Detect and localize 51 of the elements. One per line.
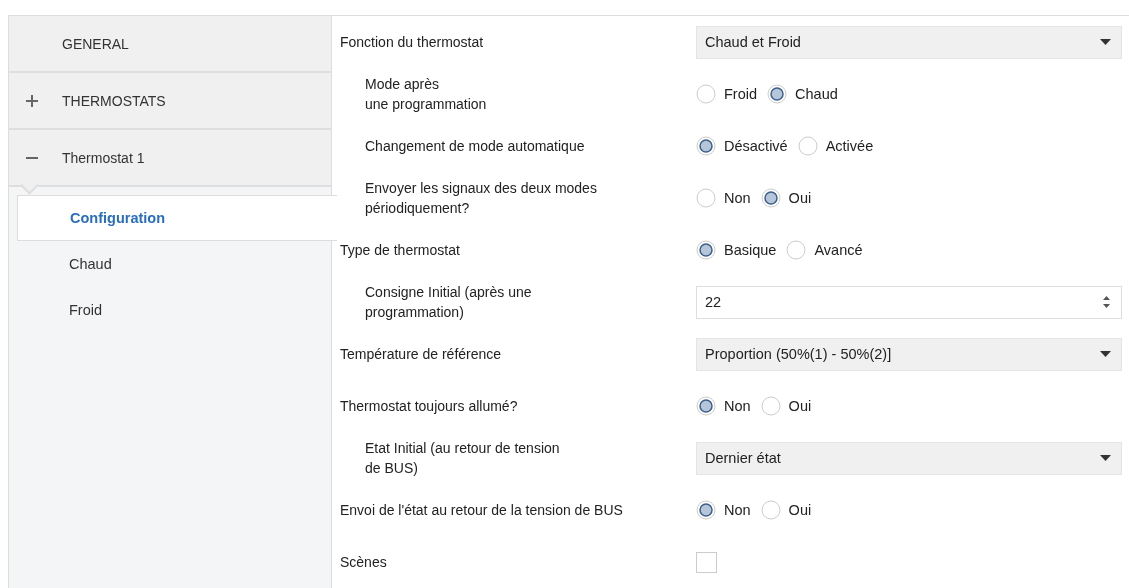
radio-option[interactable]: Non [696,396,751,416]
radio-icon[interactable] [760,500,781,520]
radio-icon[interactable] [696,240,716,260]
radio-icon[interactable] [767,84,788,104]
radio-icon[interactable] [696,84,716,104]
radio-icon[interactable] [696,136,716,156]
radio-icon[interactable] [696,188,716,208]
radio-option[interactable]: Oui [760,188,812,208]
setting-label: Scènes [340,553,388,572]
spinner-icon[interactable] [1102,295,1111,309]
setting-label: Thermostat toujours allumé? [340,397,519,416]
radio-option[interactable]: Froid [696,84,758,104]
radio-icon[interactable] [696,396,716,416]
radio-option[interactable]: Oui [760,396,812,416]
radio-option[interactable]: Basique [696,240,777,260]
dropdown[interactable]: Chaud et Froid [696,25,1122,59]
caret-icon [1100,455,1111,461]
radio-option[interactable]: Avancé [786,240,863,260]
radio-option[interactable]: Chaud [767,84,838,104]
radio-option[interactable]: Non [696,188,751,208]
radio-option[interactable]: Désactivé [696,136,788,156]
radio-icon[interactable] [797,136,818,156]
number-field[interactable]: 22 [696,285,1122,319]
setting-label: Type de thermostat [340,241,461,260]
radio-option[interactable]: Oui [760,500,812,520]
caret-icon [1100,39,1111,45]
tree-item[interactable]: GENERAL [9,16,331,73]
setting-label: Etat Initial (au retour de tension de BUS) [364,439,561,478]
tree-item[interactable]: Chaud [17,241,331,287]
setting-label: Fonction du thermostat [340,33,485,52]
setting-label: Changement de mode automatique [364,137,586,156]
radio-icon[interactable] [760,188,781,208]
tree-item[interactable]: Configuration [17,195,337,241]
radio-icon[interactable] [696,500,716,520]
tree-item[interactable]: Thermostat 1 [9,130,331,187]
radio-option[interactable]: Non [696,500,751,520]
setting-label: Envoi de l'état au retour de la tension de BUS [340,501,624,520]
radio-option[interactable]: Activée [797,136,874,156]
caret-icon [1100,351,1111,357]
dropdown[interactable]: Proportion (50%(1) - 50%(2)] [696,337,1122,371]
dropdown[interactable]: Dernier état [696,441,1122,475]
tree-item[interactable]: Froid [17,287,331,333]
setting-label: Consigne Initial (après une programmation) [364,283,533,322]
radio-icon[interactable] [786,240,807,260]
setting-label: Température de référence [340,345,503,364]
setting-label: Envoyer les signaux des deux modes périodiquement? [364,179,598,218]
tree-item[interactable]: THERMOSTATS [9,73,331,130]
radio-icon[interactable] [760,396,781,416]
checkbox[interactable] [696,551,717,573]
plus-icon[interactable] [25,93,39,108]
setting-label: Mode après une programmation [364,75,488,114]
